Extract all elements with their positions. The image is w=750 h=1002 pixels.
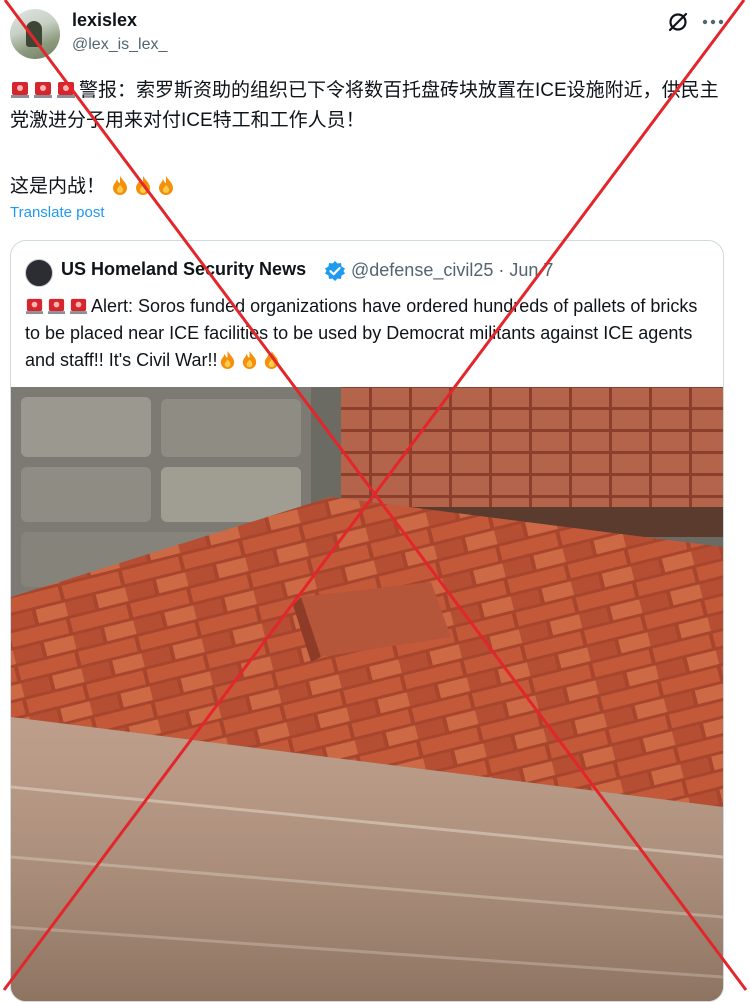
quoted-avatar[interactable] (25, 259, 53, 287)
police-light-emoji (25, 298, 44, 315)
fire-emoji (159, 176, 174, 195)
quoted-text-body: Alert: Soros funded organizations have o… (25, 296, 698, 370)
translate-post-link[interactable]: Translate post (10, 204, 105, 221)
verified-badge-icon (325, 261, 345, 281)
quoted-tweet[interactable]: US Homeland Security News @defense_civil… (10, 240, 724, 1002)
fire-emoji (136, 176, 151, 195)
police-light-emoji (34, 82, 52, 98)
quoted-author-name[interactable]: US Homeland Security News (61, 259, 306, 280)
police-light-emoji (47, 298, 66, 315)
avatar-figure (26, 21, 42, 47)
fire-emoji (242, 350, 256, 369)
fire-emoji (220, 350, 234, 369)
quoted-text: Alert: Soros funded organizations have o… (25, 293, 715, 374)
fire-emoji (264, 350, 278, 369)
police-light-emoji (69, 298, 88, 315)
post-text-line1: 警报：索罗斯资助的组织已下令将数百托盘砖块放置在ICE设施附近，供民主党激进分子… (10, 80, 719, 131)
post-text: 警报：索罗斯资助的组织已下令将数百托盘砖块放置在ICE设施附近，供民主党激进分子… (10, 76, 730, 202)
quoted-author-handle[interactable]: @defense_civil25 · Jun 7 (351, 260, 553, 281)
more-icon[interactable] (701, 12, 725, 32)
fire-emoji (113, 176, 128, 195)
grok-icon[interactable] (667, 11, 689, 33)
brick-pallet-photo[interactable] (11, 387, 723, 1001)
avatar[interactable] (10, 9, 60, 59)
author-name[interactable]: lexislex (72, 10, 137, 31)
author-handle[interactable]: @lex_is_lex_ (72, 36, 167, 54)
tweet: lexislex @lex_is_lex_ 警报：索罗斯资助的组织已下令将数百托… (0, 0, 750, 1002)
police-light-emoji (11, 82, 29, 98)
post-text-line2: 这是内战！ (10, 176, 106, 197)
police-light-emoji (57, 82, 75, 98)
